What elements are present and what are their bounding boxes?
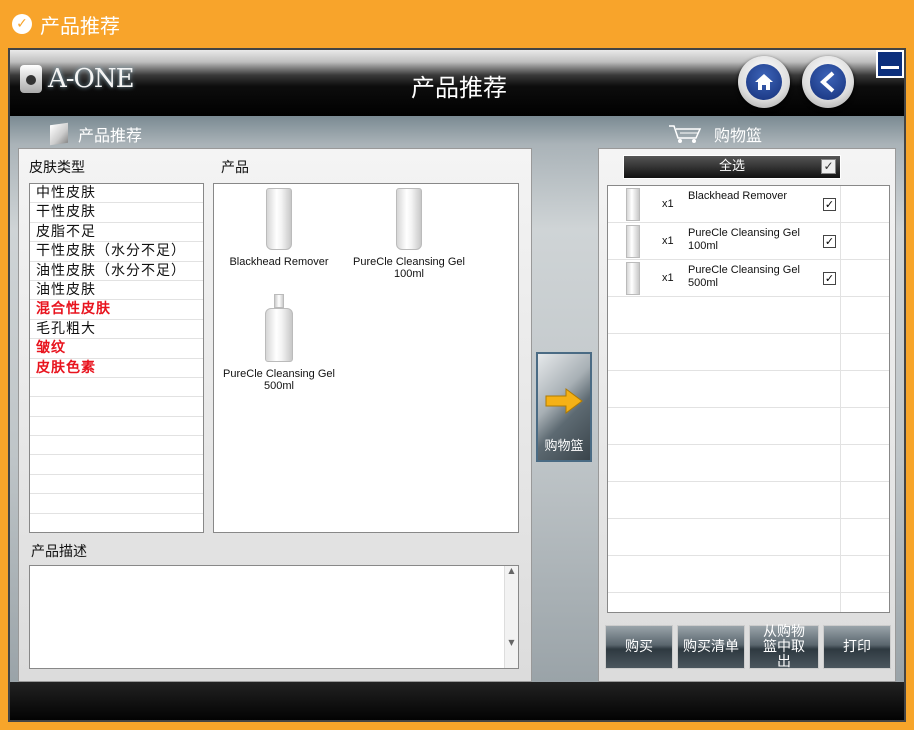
cart-empty-row bbox=[608, 519, 889, 556]
skin-type-item[interactable]: 干性皮肤 bbox=[30, 203, 203, 223]
home-button[interactable] bbox=[738, 56, 790, 108]
add-to-cart-label: 购物篮 bbox=[544, 439, 584, 454]
skin-type-item[interactable]: 皮肤色素 bbox=[30, 359, 203, 378]
cart-item[interactable]: x1 Blackhead Remover ✓ bbox=[608, 186, 889, 223]
cart-item-checkbox[interactable]: ✓ bbox=[823, 272, 836, 285]
skin-type-item[interactable]: 中性皮肤 bbox=[30, 184, 203, 204]
skin-type-empty-row bbox=[30, 378, 203, 398]
shopping-cart-icon bbox=[669, 125, 702, 143]
skin-type-item[interactable]: 皱纹 bbox=[30, 339, 203, 359]
app-header: A-ONE 产品推荐 bbox=[10, 50, 904, 116]
skin-type-empty-row bbox=[30, 494, 203, 514]
product-item[interactable]: PureCle Cleansing Gel 100ml bbox=[344, 188, 474, 280]
skin-type-empty-row bbox=[30, 436, 203, 456]
skin-type-empty-row bbox=[30, 514, 203, 532]
app-window: A-ONE 产品推荐 产品推荐 购物篮 皮肤类型 产品 中性皮肤 干性皮肤 皮脂… bbox=[8, 48, 906, 722]
window-titlebar: ✓ 产品推荐 bbox=[0, 0, 914, 48]
product-image bbox=[214, 294, 344, 362]
cart-section-label: 购物篮 bbox=[668, 122, 762, 146]
product-item[interactable]: PureCle Cleansing Gel 500ml bbox=[214, 294, 344, 392]
cart-item-thumbnail bbox=[626, 262, 640, 295]
buy-list-button[interactable]: 购买清单 bbox=[677, 625, 745, 669]
recommend-panel: 皮肤类型 产品 中性皮肤 干性皮肤 皮脂不足 干性皮肤（水分不足） 油性皮肤（水… bbox=[18, 148, 532, 682]
add-to-cart-button[interactable]: 购物篮 bbox=[536, 352, 592, 462]
skin-type-empty-row bbox=[30, 475, 203, 495]
product-image bbox=[396, 188, 422, 250]
skin-type-item[interactable]: 毛孔粗大 bbox=[30, 320, 203, 340]
product-grid: Blackhead Remover PureCle Cleansing Gel … bbox=[213, 183, 519, 533]
cart-item-name: PureCle Cleansing Gel 100ml bbox=[688, 227, 800, 252]
window-title: 产品推荐 bbox=[40, 13, 120, 38]
description-box: ▲ ▼ bbox=[29, 565, 519, 669]
cart-empty-row bbox=[608, 297, 889, 334]
remove-from-cart-button[interactable]: 从购物篮中取出 bbox=[749, 624, 819, 669]
cart-empty-row bbox=[608, 556, 889, 593]
skin-type-item[interactable]: 干性皮肤（水分不足） bbox=[30, 242, 203, 262]
cart-item-qty: x1 bbox=[662, 198, 674, 210]
cart-item[interactable]: x1 PureCle Cleansing Gel 100ml ✓ bbox=[608, 223, 889, 260]
product-name: PureCle Cleansing Gel 500ml bbox=[223, 368, 335, 392]
cart-list: x1 Blackhead Remover ✓ x1 PureCle Cleans… bbox=[607, 185, 890, 613]
cart-panel: 全选 ✓ x1 Blackhead Remover ✓ x1 PureCle C… bbox=[598, 148, 896, 682]
skin-type-empty-row bbox=[30, 397, 203, 417]
cart-item-name: PureCle Cleansing Gel 500ml bbox=[688, 264, 800, 289]
skin-type-empty-row bbox=[30, 417, 203, 437]
skin-type-list[interactable]: 中性皮肤 干性皮肤 皮脂不足 干性皮肤（水分不足） 油性皮肤（水分不足） 油性皮… bbox=[29, 183, 204, 533]
cart-item-thumbnail bbox=[626, 188, 640, 221]
skin-type-item[interactable]: 皮脂不足 bbox=[30, 223, 203, 243]
product-item[interactable]: Blackhead Remover bbox=[214, 188, 344, 268]
arrow-right-icon bbox=[545, 388, 583, 414]
cart-item-qty: x1 bbox=[662, 235, 674, 247]
back-button[interactable] bbox=[802, 56, 854, 108]
select-all-label: 全选 bbox=[718, 159, 745, 174]
product-name: PureCle Cleansing Gel 100ml bbox=[353, 256, 465, 280]
box-icon bbox=[50, 122, 68, 146]
product-name: Blackhead Remover bbox=[229, 256, 329, 268]
skin-type-label: 皮肤类型 bbox=[29, 160, 85, 176]
cart-empty-row bbox=[608, 408, 889, 445]
check-circle-icon: ✓ bbox=[12, 14, 32, 34]
cart-empty-row bbox=[608, 371, 889, 408]
buy-button[interactable]: 购买 bbox=[605, 625, 673, 669]
print-button[interactable]: 打印 bbox=[823, 625, 891, 669]
skin-type-empty-row bbox=[30, 455, 203, 475]
cart-item-thumbnail bbox=[626, 225, 640, 258]
cart-empty-row bbox=[608, 334, 889, 371]
description-label: 产品描述 bbox=[31, 544, 87, 560]
cart-item-qty: x1 bbox=[662, 272, 674, 284]
minimize-button[interactable] bbox=[876, 50, 904, 78]
main-area: 产品推荐 购物篮 皮肤类型 产品 中性皮肤 干性皮肤 皮脂不足 干性皮肤（水分不… bbox=[10, 116, 904, 682]
home-icon bbox=[746, 64, 782, 100]
cart-item[interactable]: x1 PureCle Cleansing Gel 500ml ✓ bbox=[608, 260, 889, 297]
skin-type-item[interactable]: 混合性皮肤 bbox=[30, 300, 203, 320]
cart-empty-row bbox=[608, 482, 889, 519]
select-all-checkbox[interactable]: ✓ bbox=[821, 159, 836, 174]
app-footer bbox=[10, 682, 904, 720]
skin-type-item[interactable]: 油性皮肤（水分不足） bbox=[30, 262, 203, 281]
description-scrollbar[interactable]: ▲ ▼ bbox=[504, 566, 518, 668]
recommend-section-label: 产品推荐 bbox=[50, 122, 142, 146]
cart-item-checkbox[interactable]: ✓ bbox=[823, 235, 836, 248]
cart-empty-row bbox=[608, 445, 889, 482]
select-all-bar[interactable]: 全选 ✓ bbox=[623, 155, 841, 179]
product-image bbox=[266, 188, 292, 250]
cart-item-name: Blackhead Remover bbox=[688, 190, 788, 202]
skin-type-item[interactable]: 油性皮肤 bbox=[30, 281, 203, 301]
cart-item-checkbox[interactable]: ✓ bbox=[823, 198, 836, 211]
chevron-left-icon bbox=[810, 64, 846, 100]
product-label: 产品 bbox=[221, 160, 249, 176]
